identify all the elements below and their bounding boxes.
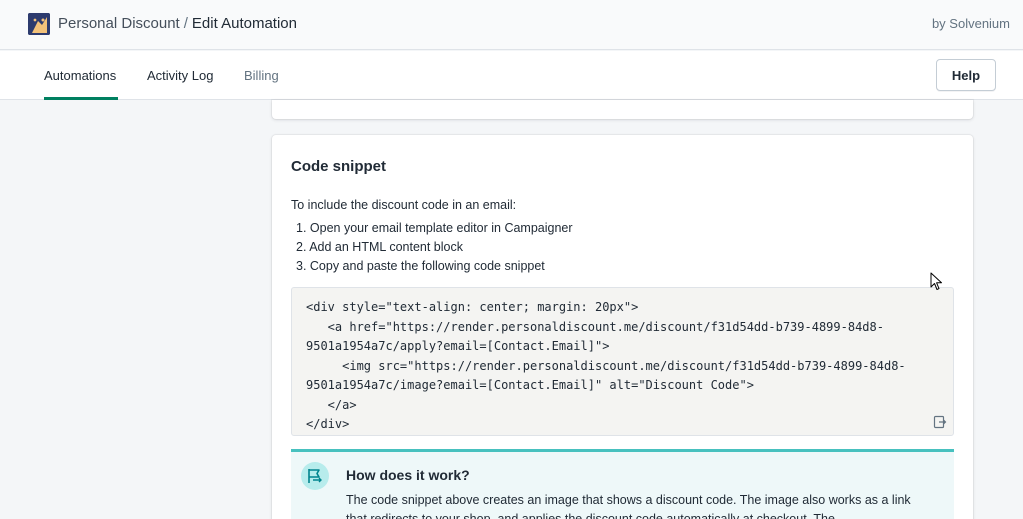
step-item: 2. Add an HTML content block xyxy=(296,240,463,254)
previous-card xyxy=(272,100,973,119)
page-title: Edit Automation xyxy=(191,15,297,32)
code-snippet-card: Code snippet To include the discount cod… xyxy=(272,135,973,519)
intro-text: To include the discount code in an email… xyxy=(291,198,517,212)
info-banner-body: The code snippet above creates an image … xyxy=(346,493,911,519)
info-banner-title: How does it work? xyxy=(346,467,470,483)
copy-icon[interactable] xyxy=(933,415,947,429)
card-title: Code snippet xyxy=(291,158,387,175)
step-item: 1. Open your email template editor in Ca… xyxy=(296,221,573,235)
breadcrumb: Personal Discount / Edit Automation xyxy=(58,15,297,32)
help-button[interactable]: Help xyxy=(936,59,996,91)
step-item: 3. Copy and paste the following code sni… xyxy=(296,259,545,273)
tab-activity-log[interactable]: Activity Log xyxy=(147,68,213,83)
steps-list: 1. Open your email template editor in Ca… xyxy=(296,219,573,276)
tab-automations[interactable]: Automations xyxy=(44,68,116,83)
breadcrumb-app-name[interactable]: Personal Discount xyxy=(58,15,180,32)
tab-billing[interactable]: Billing xyxy=(244,68,279,83)
info-banner: How does it work? The code snippet above… xyxy=(291,449,954,519)
vendor-credit: by Solvenium xyxy=(931,16,1010,31)
code-snippet-text[interactable]: <div style="text-align: center; margin: … xyxy=(306,298,946,435)
app-logo-icon xyxy=(28,13,50,35)
mouse-cursor-icon xyxy=(930,272,944,297)
flag-icon xyxy=(301,462,329,490)
active-tab-indicator xyxy=(44,97,118,100)
breadcrumb-separator: / xyxy=(183,15,188,32)
code-snippet-box[interactable]: <div style="text-align: center; margin: … xyxy=(291,287,954,436)
tabs-bar: Automations Activity Log Billing xyxy=(0,51,1023,100)
app-header: Personal Discount / Edit Automation by Sol… xyxy=(0,0,1023,50)
